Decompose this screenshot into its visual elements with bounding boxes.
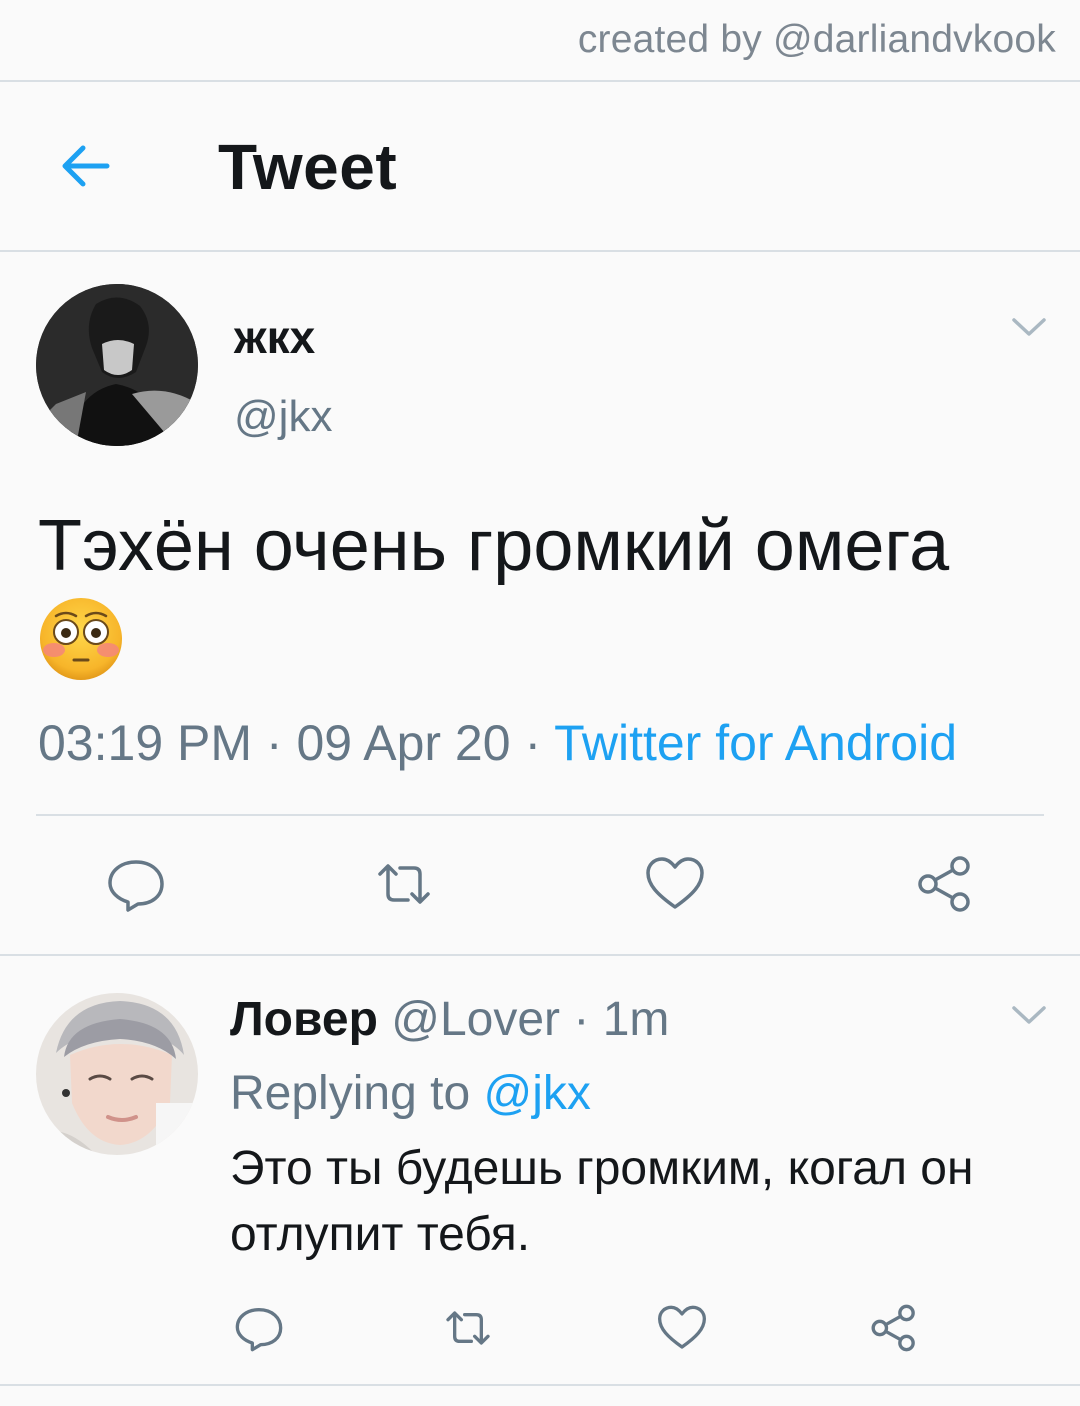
credit-bar: created by @darliandvkook bbox=[0, 0, 1080, 82]
share-icon bbox=[871, 1304, 915, 1352]
tweet-meta: 03:19 PM · 09 Apr 20 · Twitter for Andro… bbox=[38, 714, 957, 772]
back-arrow-icon bbox=[62, 145, 110, 187]
reply-button[interactable] bbox=[104, 852, 168, 916]
chevron-down-icon bbox=[1012, 318, 1046, 336]
share-button[interactable] bbox=[866, 1302, 922, 1354]
retweet-icon bbox=[378, 864, 430, 904]
credit-watermark: created by @darliandvkook bbox=[577, 18, 1056, 61]
reply-handle[interactable]: @Lover bbox=[391, 993, 560, 1046]
back-button[interactable] bbox=[50, 134, 120, 198]
reply-header: Ловер @Lover · 1m bbox=[230, 992, 669, 1047]
tweet-time: 03:19 PM bbox=[38, 715, 253, 771]
retweet-button[interactable] bbox=[372, 852, 436, 916]
tweet-text-content: Тэхён очень громкий омега bbox=[38, 506, 950, 586]
user-handle[interactable]: @jkx bbox=[234, 392, 332, 442]
meta-separator: · bbox=[524, 715, 555, 771]
like-button[interactable] bbox=[654, 1302, 710, 1354]
tweet-menu-button[interactable] bbox=[1006, 312, 1052, 342]
flushed-face-icon bbox=[40, 598, 122, 680]
reply-button[interactable] bbox=[232, 1302, 286, 1354]
display-name[interactable]: жкх bbox=[234, 310, 315, 364]
divider bbox=[0, 954, 1080, 956]
like-button[interactable] bbox=[642, 852, 708, 916]
divider bbox=[36, 814, 1044, 816]
avatar[interactable] bbox=[36, 993, 198, 1155]
replying-to: Replying to @jkx bbox=[230, 1066, 591, 1121]
like-icon bbox=[657, 1305, 706, 1349]
avatar[interactable] bbox=[36, 284, 198, 446]
header: Tweet bbox=[0, 82, 1080, 252]
chevron-down-icon bbox=[1012, 1006, 1046, 1024]
reply-menu-button[interactable] bbox=[1006, 1000, 1052, 1030]
retweet-icon bbox=[446, 1311, 490, 1345]
tweet-text: Тэхён очень громкий омега bbox=[38, 500, 1048, 682]
meta-separator: · bbox=[265, 715, 297, 771]
reply-icon bbox=[108, 860, 164, 912]
reply-time: 1m bbox=[602, 993, 670, 1046]
reply-display-name[interactable]: Ловер bbox=[230, 993, 378, 1046]
tweet-date: 09 Apr 20 bbox=[296, 715, 511, 771]
reply-text: Это ты будешь громким, когал он отлупит … bbox=[230, 1142, 974, 1261]
tweet-source-link[interactable]: Twitter for Android bbox=[554, 715, 957, 771]
meta-separator: · bbox=[573, 993, 603, 1046]
replying-to-mention[interactable]: @jkx bbox=[483, 1067, 590, 1120]
divider bbox=[0, 1384, 1080, 1386]
share-button[interactable] bbox=[912, 852, 978, 916]
page-title: Tweet bbox=[218, 131, 398, 203]
share-icon bbox=[918, 856, 970, 912]
like-icon bbox=[646, 857, 704, 909]
replying-label: Replying to bbox=[230, 1067, 471, 1120]
reply-icon bbox=[235, 1308, 283, 1352]
retweet-button[interactable] bbox=[440, 1302, 496, 1354]
